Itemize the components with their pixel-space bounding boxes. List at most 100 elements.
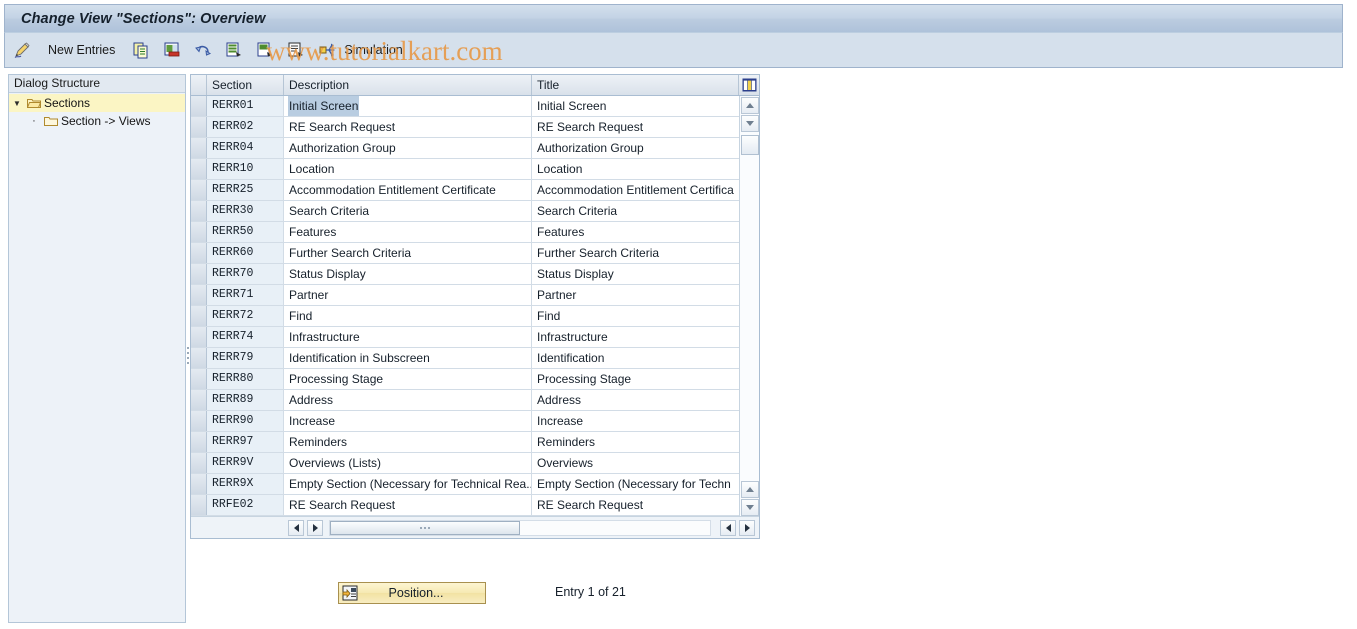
cell-title[interactable]: RE Search Request [532, 117, 739, 137]
cell-description[interactable]: Features [284, 222, 532, 242]
hscroll-right-button[interactable] [307, 519, 323, 536]
scroll-down-button[interactable] [740, 115, 759, 132]
scroll-up-button[interactable] [740, 97, 759, 114]
row-selector-cell[interactable] [191, 474, 207, 494]
row-selector-cell[interactable] [191, 285, 207, 305]
cell-title[interactable]: Processing Stage [532, 369, 739, 389]
toolbar-button-new-entries[interactable]: New Entries [39, 37, 124, 63]
cell-section[interactable]: RERR01 [207, 96, 284, 116]
table-row[interactable]: RERR50 Features Features [191, 222, 759, 243]
cell-description[interactable]: Accommodation Entitlement Certificate [284, 180, 532, 200]
hscroll-thumb[interactable] [330, 520, 520, 535]
row-selector-cell[interactable] [191, 348, 207, 368]
chevron-down-icon[interactable]: ▼ [9, 99, 25, 108]
cell-section[interactable]: RERR90 [207, 411, 284, 431]
row-selector-cell[interactable] [191, 453, 207, 473]
column-header-title[interactable]: Title [532, 75, 739, 95]
cell-description[interactable]: Overviews (Lists) [284, 453, 532, 473]
scroll-page-down-button[interactable] [740, 499, 759, 516]
table-row[interactable]: RERR80 Processing Stage Processing Stage [191, 369, 759, 390]
cell-section[interactable]: RERR60 [207, 243, 284, 263]
position-button[interactable]: Position... [338, 582, 486, 604]
cell-section[interactable]: RERR80 [207, 369, 284, 389]
hscroll-left-button[interactable] [288, 519, 304, 536]
cell-title[interactable]: Increase [532, 411, 739, 431]
cell-section[interactable]: RRFE02 [207, 495, 284, 515]
table-horizontal-scrollbar[interactable] [191, 516, 759, 538]
cell-description[interactable]: RE Search Request [284, 117, 532, 137]
cell-section[interactable]: RERR30 [207, 201, 284, 221]
column-header-section[interactable]: Section [207, 75, 284, 95]
table-row[interactable]: RERR02 RE Search Request RE Search Request [191, 117, 759, 138]
row-selector-cell[interactable] [191, 432, 207, 452]
table-row[interactable]: RERR9V Overviews (Lists) Overviews [191, 453, 759, 474]
cell-section[interactable]: RERR25 [207, 180, 284, 200]
row-selector-cell[interactable] [191, 96, 207, 116]
cell-section[interactable]: RERR02 [207, 117, 284, 137]
cell-section[interactable]: RERR10 [207, 159, 284, 179]
toolbar-button-undo[interactable] [189, 37, 217, 63]
sidebar-item-sections[interactable]: ▼ Sections [9, 94, 185, 112]
cell-title[interactable]: Empty Section (Necessary for Techn [532, 474, 739, 494]
cell-section[interactable]: RERR79 [207, 348, 284, 368]
cell-description[interactable]: Address [284, 390, 532, 410]
cell-description[interactable]: Initial Screen [284, 96, 532, 116]
cell-description[interactable]: Location [284, 159, 532, 179]
toolbar-button-details[interactable] [282, 37, 310, 63]
hscroll-page-right-button[interactable] [739, 519, 755, 536]
cell-title[interactable]: Overviews [532, 453, 739, 473]
table-row[interactable]: RERR30 Search Criteria Search Criteria [191, 201, 759, 222]
cell-section[interactable]: RERR74 [207, 327, 284, 347]
cell-title[interactable]: Status Display [532, 264, 739, 284]
cell-section[interactable]: RERR9X [207, 474, 284, 494]
cell-title[interactable]: Features [532, 222, 739, 242]
table-row[interactable]: RERR25 Accommodation Entitlement Certific… [191, 180, 759, 201]
scrollbar-thumb[interactable] [740, 135, 759, 155]
table-row[interactable]: RRFE02 RE Search Request RE Search Request [191, 495, 759, 516]
toolbar-button-paste[interactable] [158, 37, 186, 63]
row-selector-cell[interactable] [191, 180, 207, 200]
cell-description[interactable]: Identification in Subscreen [284, 348, 532, 368]
hscroll-track[interactable] [329, 519, 711, 536]
cell-title[interactable]: Find [532, 306, 739, 326]
cell-section[interactable]: RERR50 [207, 222, 284, 242]
cell-title[interactable]: Further Search Criteria [532, 243, 739, 263]
table-row[interactable]: RERR10 Location Location [191, 159, 759, 180]
cell-title[interactable]: Reminders [532, 432, 739, 452]
toolbar-button-edit[interactable] [8, 37, 36, 63]
table-row[interactable]: RERR79 Identification in Subscreen Identif… [191, 348, 759, 369]
table-row[interactable]: RERR74 Infrastructure Infrastructure [191, 327, 759, 348]
row-selector-cell[interactable] [191, 201, 207, 221]
row-selector-cell[interactable] [191, 495, 207, 515]
cell-title[interactable]: Identification [532, 348, 739, 368]
toolbar-button-select-all[interactable] [220, 37, 248, 63]
cell-section[interactable]: RERR71 [207, 285, 284, 305]
cell-section[interactable]: RERR72 [207, 306, 284, 326]
table-row[interactable]: RERR71 Partner Partner [191, 285, 759, 306]
table-row[interactable]: RERR90 Increase Increase [191, 411, 759, 432]
column-header-description[interactable]: Description [284, 75, 532, 95]
sidebar-item-section-views[interactable]: · Section -> Views [9, 112, 185, 130]
cell-title[interactable]: Initial Screen [532, 96, 739, 116]
table-row[interactable]: RERR60 Further Search Criteria Further Sea… [191, 243, 759, 264]
cell-title[interactable]: Address [532, 390, 739, 410]
toolbar-button-deselect-all[interactable] [251, 37, 279, 63]
row-selector-cell[interactable] [191, 390, 207, 410]
row-selector-cell[interactable] [191, 306, 207, 326]
cell-description[interactable]: Find [284, 306, 532, 326]
table-row[interactable]: RERR97 Reminders Reminders [191, 432, 759, 453]
row-selector-cell[interactable] [191, 369, 207, 389]
cell-title[interactable]: Partner [532, 285, 739, 305]
table-row[interactable]: RERR01 Initial Screen Initial Screen [191, 96, 759, 117]
table-settings-icon[interactable] [739, 75, 759, 95]
cell-title[interactable]: Accommodation Entitlement Certifica [532, 180, 739, 200]
cell-description[interactable]: Partner [284, 285, 532, 305]
table-row[interactable]: RERR89 Address Address [191, 390, 759, 411]
table-row[interactable]: RERR70 Status Display Status Display [191, 264, 759, 285]
cell-description[interactable]: Status Display [284, 264, 532, 284]
cell-description[interactable]: RE Search Request [284, 495, 532, 515]
cell-description[interactable]: Further Search Criteria [284, 243, 532, 263]
cell-description[interactable]: Reminders [284, 432, 532, 452]
scroll-page-up-button[interactable] [740, 481, 759, 498]
row-selector-cell[interactable] [191, 117, 207, 137]
